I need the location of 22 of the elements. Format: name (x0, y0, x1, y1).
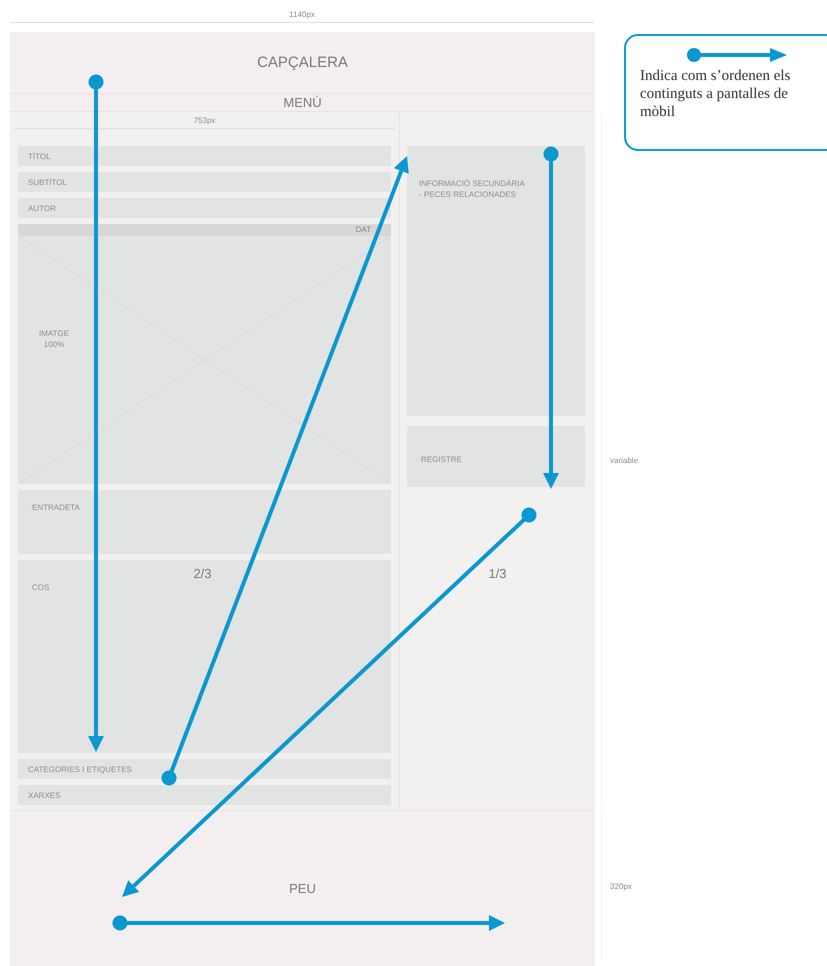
footer-area: PEU (10, 810, 595, 966)
block-label: TÍTOL (28, 150, 51, 162)
block-label: SUBTÍTOL (28, 176, 67, 188)
date-bar: DAT (18, 224, 391, 236)
block-label: INFORMACIÓ SECUNDÀRIA - PECES RELACIONADES (419, 179, 525, 199)
legend-text: Indica com s’ordenen els continguts a pantalles de mòbil (640, 67, 792, 121)
block-label: ENTRADETA (32, 503, 80, 512)
menu-bar: MENÚ (10, 94, 595, 112)
column-fraction: 2/3 (192, 566, 213, 581)
block-label: AUTOR (28, 202, 56, 214)
dimension-label: 1140px (289, 10, 315, 20)
block-label: IMATGE 100% (38, 328, 70, 350)
dimension-label: 320px (610, 882, 632, 890)
block-label: COS (32, 583, 50, 592)
block-label: REGISTRE (421, 455, 462, 464)
header-area: CAPÇALERA (10, 32, 595, 94)
dimension-label: 753px (194, 116, 216, 126)
dimension-label: variable (610, 456, 638, 464)
block-label: CATEGORIES I ETIQUETES (28, 764, 132, 774)
column-fraction: 1/3 (487, 566, 508, 581)
arrow-icon (686, 47, 788, 63)
block-label: XARXES (28, 790, 60, 800)
